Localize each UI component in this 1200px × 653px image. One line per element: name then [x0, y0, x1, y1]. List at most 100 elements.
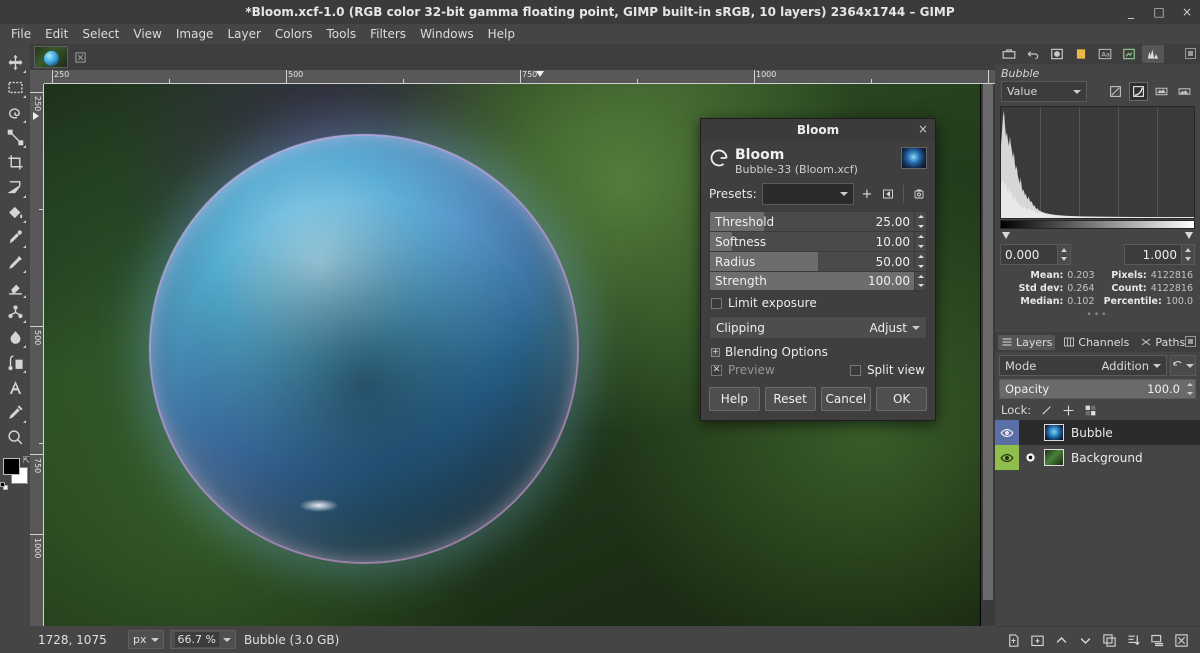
foreground-color-swatch[interactable]	[3, 458, 20, 475]
add-preset-button[interactable]: +	[859, 184, 875, 204]
lock-alpha-icon[interactable]	[1084, 404, 1097, 417]
horizontal-ruler[interactable]: 250 500 750 1000	[44, 70, 995, 84]
radius-value[interactable]: 50.00	[876, 255, 914, 269]
dock-resize-handle[interactable]: •••	[995, 310, 1200, 320]
menu-view[interactable]: View	[126, 25, 168, 43]
minimize-button[interactable]: _	[1124, 5, 1138, 19]
reset-preset-button[interactable]	[911, 184, 927, 204]
warp-tool[interactable]	[2, 350, 28, 375]
range-low-arrows[interactable]	[1058, 244, 1071, 265]
bucket-fill-tool[interactable]	[2, 200, 28, 225]
blend-mode-selector[interactable]: Mode Addition	[999, 355, 1167, 376]
vertical-scrollbar[interactable]	[981, 84, 995, 632]
channel-selector[interactable]: Value	[1001, 81, 1087, 102]
transform-tool[interactable]	[2, 175, 28, 200]
linear-histogram-button[interactable]	[1106, 82, 1125, 101]
menu-image[interactable]: Image	[169, 25, 221, 43]
undo-history-tab[interactable]	[1022, 45, 1044, 63]
blending-options-row[interactable]: + Blending Options	[701, 339, 935, 361]
layer-link-toggle[interactable]	[1019, 445, 1041, 470]
eraser-tool[interactable]	[2, 275, 28, 300]
vertical-ruler[interactable]: 250 500 750 1000	[30, 84, 44, 632]
ink-tool[interactable]	[2, 225, 28, 250]
presets-combobox[interactable]	[762, 183, 854, 205]
cancel-button[interactable]: Cancel	[821, 387, 872, 411]
histogram-graph[interactable]	[1000, 106, 1195, 219]
menu-edit[interactable]: Edit	[38, 25, 75, 43]
merge-down-button[interactable]	[1148, 631, 1167, 650]
menu-select[interactable]: Select	[75, 25, 126, 43]
menu-file[interactable]: File	[4, 25, 38, 43]
maximize-button[interactable]: □	[1152, 5, 1166, 19]
histogram-tab[interactable]	[1142, 45, 1164, 63]
bloom-dialog-close-button[interactable]: ×	[918, 122, 928, 136]
free-select-tool[interactable]	[2, 100, 28, 125]
threshold-value[interactable]: 25.00	[876, 215, 914, 229]
lock-pixels-icon[interactable]	[1040, 404, 1053, 417]
strength-spinner[interactable]	[914, 272, 926, 290]
vertical-scrollbar-thumb[interactable]	[983, 84, 993, 600]
text-tool[interactable]	[2, 375, 28, 400]
softness-slider[interactable]: Softness 10.00	[709, 231, 927, 251]
new-layer-button[interactable]	[1004, 631, 1023, 650]
histogram-range-handles[interactable]	[1000, 232, 1195, 243]
help-button[interactable]: Help	[709, 387, 760, 411]
lower-layer-button[interactable]	[1076, 631, 1095, 650]
softness-spinner[interactable]	[914, 232, 926, 251]
table-row[interactable]: Background	[995, 445, 1200, 470]
brushes-tab[interactable]	[1118, 45, 1140, 63]
color-picker-tool[interactable]	[2, 400, 28, 425]
rectangle-select-tool[interactable]	[2, 75, 28, 100]
expander-icon[interactable]: +	[711, 348, 720, 357]
softness-value[interactable]: 10.00	[876, 235, 914, 249]
close-button[interactable]: ×	[1180, 5, 1194, 19]
raise-layer-button[interactable]	[1052, 631, 1071, 650]
tab-paths[interactable]: Paths	[1137, 335, 1188, 350]
strength-value[interactable]: 100.00	[868, 274, 914, 288]
new-layer-group-button[interactable]	[1028, 631, 1047, 650]
range-high-arrows[interactable]	[1182, 244, 1195, 265]
ruler-corner[interactable]	[30, 70, 44, 84]
layer-visibility-toggle[interactable]	[995, 445, 1019, 470]
layers-dock-menu-button[interactable]	[1185, 336, 1196, 347]
mode-switch-button[interactable]	[1170, 355, 1196, 376]
crop-tool[interactable]	[2, 150, 28, 175]
split-view-checkbox[interactable]	[850, 365, 861, 376]
anchor-layer-button[interactable]	[1124, 631, 1143, 650]
limit-exposure-checkbox[interactable]	[711, 298, 722, 309]
threshold-slider[interactable]: Threshold 25.00	[709, 211, 927, 231]
threshold-spinner[interactable]	[914, 212, 926, 231]
fonts-tab[interactable]: Aa	[1094, 45, 1116, 63]
menu-layer[interactable]: Layer	[220, 25, 267, 43]
layer-visibility-toggle[interactable]	[995, 420, 1019, 445]
radius-slider[interactable]: Radius 50.00	[709, 251, 927, 271]
images-tab[interactable]	[1046, 45, 1068, 63]
close-image-icon[interactable]	[70, 47, 90, 67]
tab-layers[interactable]: Layers	[998, 335, 1055, 350]
layer-name[interactable]: Background	[1067, 451, 1143, 465]
radius-spinner[interactable]	[914, 252, 926, 271]
range-low-spinner[interactable]: 0.000	[1000, 244, 1071, 265]
ok-button[interactable]: OK	[876, 387, 927, 411]
layer-link-toggle[interactable]	[1019, 420, 1041, 445]
limit-exposure-row[interactable]: Limit exposure	[701, 291, 935, 313]
clipping-selector[interactable]: Clipping Adjust	[709, 316, 927, 339]
swap-colors-icon[interactable]: ⇱	[22, 456, 30, 466]
zoom-tool[interactable]	[2, 425, 28, 450]
reset-colors-icon[interactable]	[0, 482, 8, 490]
menu-help[interactable]: Help	[481, 25, 522, 43]
zoom-selector[interactable]: 66.7 %	[170, 630, 236, 649]
toolbox-tab[interactable]	[998, 45, 1020, 63]
duplicate-layer-button[interactable]	[1100, 631, 1119, 650]
delete-layer-button[interactable]	[1172, 631, 1191, 650]
layer-name[interactable]: Bubble	[1067, 426, 1113, 440]
range-high-spinner[interactable]: 1.000	[1124, 244, 1195, 265]
preset-menu-button[interactable]	[880, 184, 896, 204]
lock-position-icon[interactable]	[1062, 404, 1075, 417]
strength-slider[interactable]: Strength 100.00	[709, 271, 927, 291]
menu-tools[interactable]: Tools	[320, 25, 364, 43]
histogram-all-button[interactable]	[1175, 82, 1194, 101]
move-tool[interactable]	[2, 50, 28, 75]
range-low-value[interactable]: 0.000	[1000, 244, 1058, 265]
reset-button[interactable]: Reset	[765, 387, 816, 411]
